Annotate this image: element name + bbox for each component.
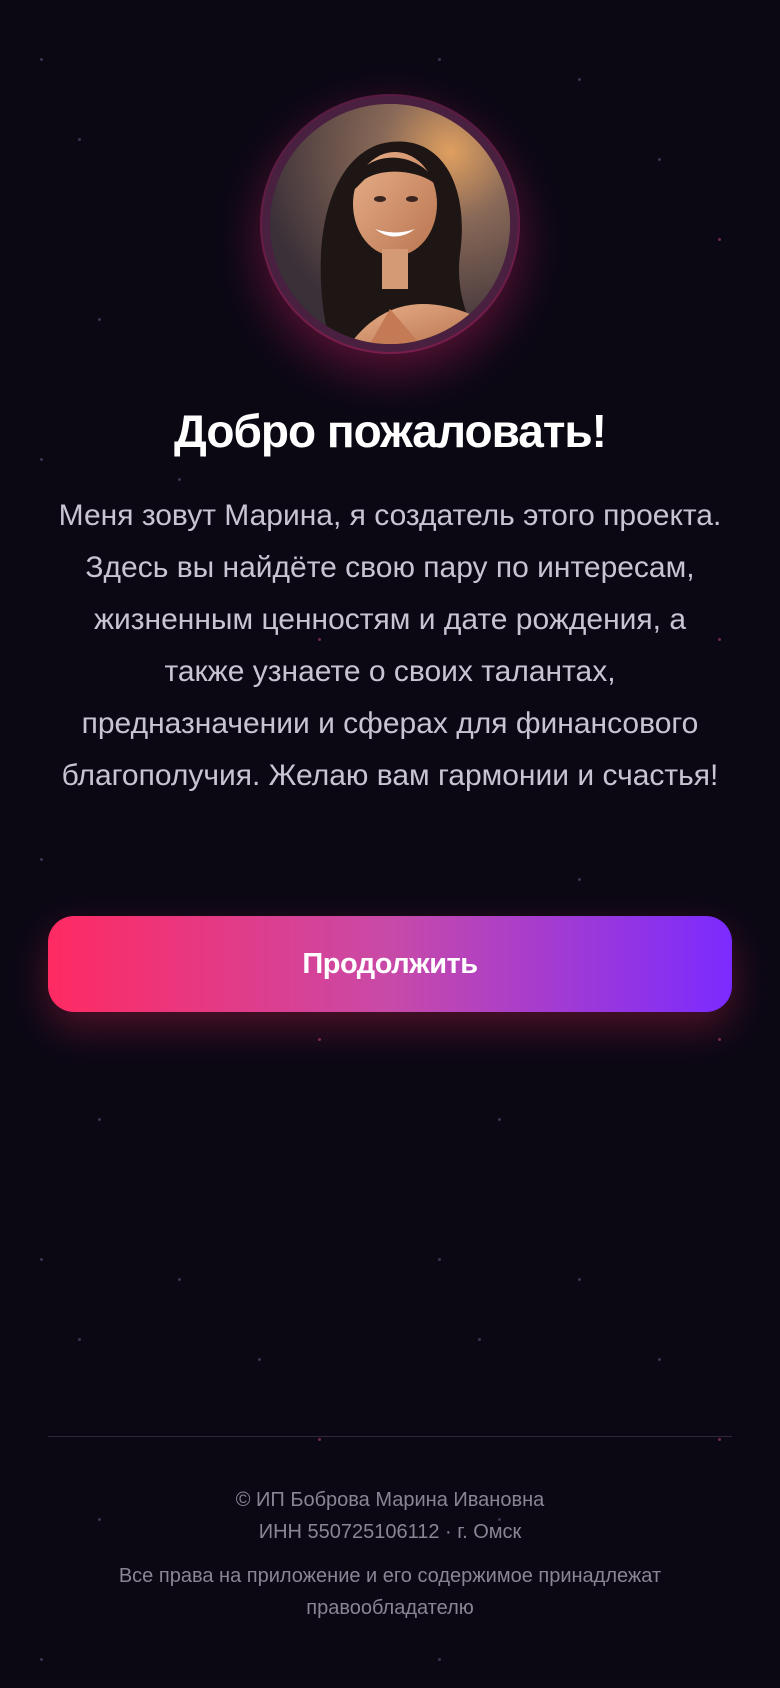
footer-owner: © ИП Боброва Марина Ивановна [235, 1489, 545, 1511]
footer-owner-info: © ИП Боброва Марина Ивановна ИНН 5507251… [0, 1484, 780, 1548]
footer-divider [48, 1436, 732, 1437]
avatar-frame [262, 96, 518, 352]
footer-rights: Все права на приложение и его содержимое… [0, 1560, 780, 1624]
welcome-text: Меня зовут Марина, я создатель этого про… [58, 499, 722, 792]
footer-rights-line1: Все права на приложение и его содержимое… [118, 1565, 662, 1587]
welcome-title: Добро пожаловать! [174, 405, 607, 457]
continue-button[interactable]: Продолжить [48, 916, 732, 1012]
avatar-portrait-image [270, 104, 510, 344]
footer-rights-line2: правообладателю [306, 1597, 474, 1619]
footer-inn: ИНН 550725106112 · г. Омск [258, 1521, 522, 1543]
avatar [270, 104, 510, 344]
